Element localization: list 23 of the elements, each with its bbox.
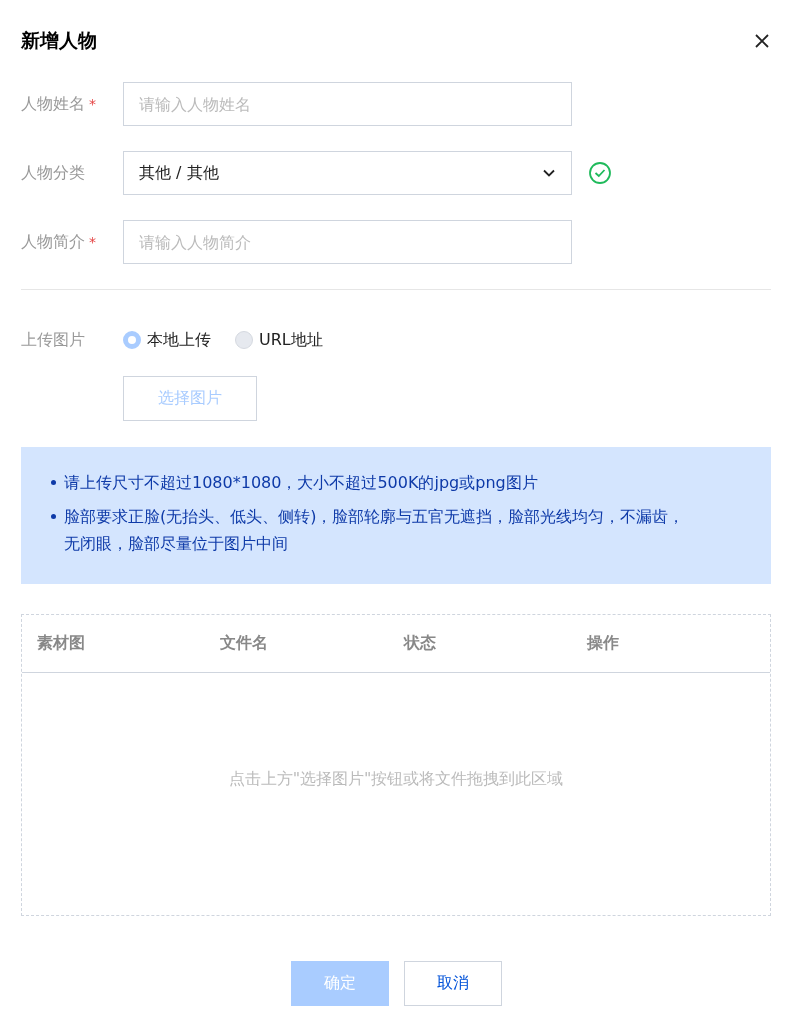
field-label: 人物姓名 (21, 93, 85, 115)
column-header: 操作 (586, 633, 620, 654)
bullet-icon (51, 514, 56, 519)
dialog-title: 新增人物 (21, 28, 97, 53)
required-mark: * (89, 96, 96, 112)
bullet-icon (51, 480, 56, 485)
notice-text: 请上传尺寸不超过1080*1080，大小不超过500K的jpg或png图片 (64, 472, 538, 494)
field-label: 人物简介 (21, 231, 85, 253)
input-field[interactable]: 请输入人物简介 (123, 220, 572, 264)
field-label: 上传图片 (21, 329, 86, 351)
empty-hint: 点击上方"选择图片"按钮或将文件拖拽到此区域 (228, 768, 564, 790)
field-label: 人物分类 (21, 162, 85, 184)
column-header: 素材图 (37, 633, 86, 654)
notice-text: 脸部要求正脸(无抬头、低头、侧转)，脸部轮廓与五官无遮挡，脸部光线均匀，不漏齿，无闭眼，脸部尽量位于图片中间 (64, 506, 686, 555)
close-icon[interactable] (754, 33, 770, 49)
select-field[interactable]: 其他 / 其他 (123, 151, 572, 195)
column-header: 状态 (403, 633, 437, 654)
column-header: 文件名 (220, 633, 270, 654)
radio-option[interactable]: URL地址 (235, 329, 323, 351)
required-mark: * (89, 234, 96, 250)
input-field[interactable]: 请输入人物姓名 (123, 82, 572, 126)
cancel-button[interactable]: 取消 (403, 961, 502, 1006)
radio-option[interactable]: 本地上传 (123, 329, 211, 351)
